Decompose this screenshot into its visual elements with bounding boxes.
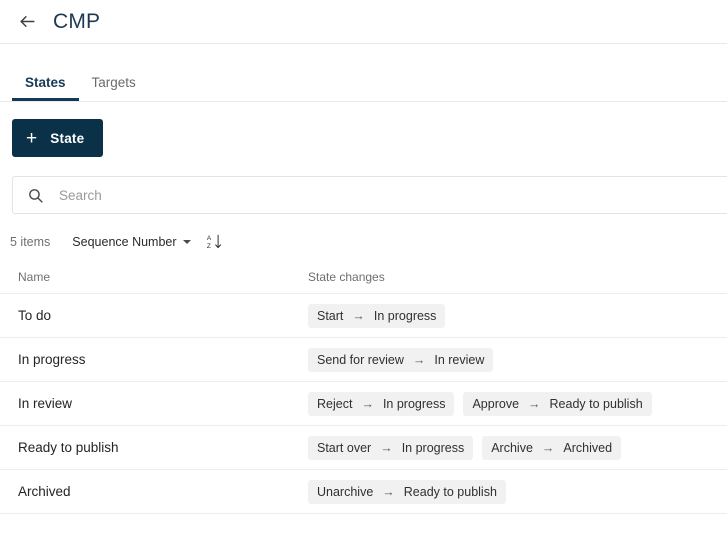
page-title: CMP — [53, 10, 101, 33]
arrow-right-icon: → — [541, 440, 555, 455]
state-change-chip-group: Reject → In progress Approve → Ready to publi… — [308, 391, 727, 416]
item-count: 5 items — [10, 235, 51, 249]
sort-field-label: Sequence Number — [72, 235, 177, 249]
arrow-right-icon: → — [380, 440, 393, 455]
transition-action: Unarchive — [317, 484, 374, 499]
cell-state-changes: Start → In progress — [302, 303, 727, 328]
svg-text:Z: Z — [206, 243, 210, 250]
transition-action: Archive — [491, 440, 533, 455]
state-change-chip[interactable]: Send for review → In review — [308, 347, 494, 372]
state-change-chip[interactable]: Start over → In progress — [308, 435, 474, 460]
state-change-chip[interactable]: Start → In progress — [308, 303, 446, 328]
search-input[interactable] — [57, 176, 727, 214]
arrow-left-icon[interactable] — [14, 9, 40, 35]
chevron-down-icon — [182, 240, 191, 244]
state-change-chip[interactable]: Archive → Archived — [482, 435, 622, 460]
search-bar[interactable] — [12, 176, 727, 214]
search-icon — [27, 187, 44, 204]
transition-target-state: Archived — [563, 440, 613, 455]
transition-target-state: Ready to publish — [549, 396, 643, 411]
page-header: CMP — [0, 0, 727, 44]
add-state-button-label: State — [50, 130, 85, 146]
table-row[interactable]: Archived Unarchive → Ready to publish — [0, 470, 727, 514]
state-change-chip-group: Send for review → In review — [308, 347, 727, 372]
table-body: To do Start → In progress In progress Send fo… — [0, 294, 727, 514]
tab-targets[interactable]: Targets — [79, 75, 149, 102]
arrow-right-icon: → — [528, 396, 541, 411]
state-change-chip-group: Unarchive → Ready to publish — [308, 479, 727, 504]
transition-action: Reject — [317, 396, 353, 411]
table-row[interactable]: In review Reject → In progress Approve → Ready… — [0, 382, 727, 426]
table-row[interactable]: Ready to publish Start over → In progress Ar… — [0, 426, 727, 470]
add-state-button[interactable]: + State — [12, 119, 104, 157]
state-change-chip[interactable]: Approve → Ready to publish — [463, 391, 652, 416]
transition-target-state: In review — [434, 352, 485, 367]
transition-action: Approve — [472, 396, 520, 411]
transition-action: Send for review — [317, 352, 404, 367]
tab-bar: States Targets — [0, 44, 727, 102]
state-change-chip-group: Start over → In progress Archive → Archived — [308, 435, 727, 460]
toolbar: + State — [0, 102, 727, 157]
sort-field-dropdown[interactable]: Sequence Number — [72, 235, 191, 249]
cell-state-name: To do — [18, 308, 52, 323]
cell-state-name: In progress — [18, 352, 86, 367]
cell-state-name: Ready to publish — [18, 440, 119, 455]
state-change-chip[interactable]: Reject → In progress — [308, 391, 455, 416]
table-header-row: Name State changes — [0, 270, 727, 294]
table-row[interactable]: In progress Send for review → In review — [0, 338, 727, 382]
column-header-name: Name — [18, 270, 51, 284]
transition-action: Start over — [317, 440, 372, 455]
svg-text:A: A — [206, 235, 211, 242]
transition-target-state: In progress — [373, 308, 437, 323]
arrow-right-icon: → — [361, 396, 374, 411]
cell-state-changes: Reject → In progress Approve → Ready to publi… — [302, 391, 727, 416]
column-header-state-changes: State changes — [308, 270, 385, 284]
transition-target-state: In progress — [382, 396, 446, 411]
list-meta-row: 5 items Sequence Number A Z — [10, 233, 727, 251]
states-table: Name State changes To do Start → In progres… — [0, 270, 727, 514]
cell-state-name: In review — [18, 396, 73, 411]
cell-state-changes: Start over → In progress Archive → Archived — [302, 435, 727, 460]
arrow-right-icon: → — [352, 308, 365, 323]
state-change-chip-group: Start → In progress — [308, 303, 727, 328]
cell-state-name: Archived — [18, 484, 71, 499]
transition-target-state: Ready to publish — [403, 484, 497, 499]
transition-action: Start — [317, 308, 344, 323]
tab-states[interactable]: States — [12, 75, 79, 101]
sort-direction-button[interactable]: A Z — [206, 233, 223, 251]
table-row[interactable]: To do Start → In progress — [0, 294, 727, 338]
arrow-right-icon: → — [412, 352, 426, 367]
plus-icon: + — [26, 127, 38, 149]
transition-target-state: In progress — [401, 440, 465, 455]
state-change-chip[interactable]: Unarchive → Ready to publish — [308, 479, 506, 504]
cell-state-changes: Unarchive → Ready to publish — [302, 479, 727, 504]
cell-state-changes: Send for review → In review — [302, 347, 727, 372]
arrow-right-icon: → — [382, 484, 395, 499]
